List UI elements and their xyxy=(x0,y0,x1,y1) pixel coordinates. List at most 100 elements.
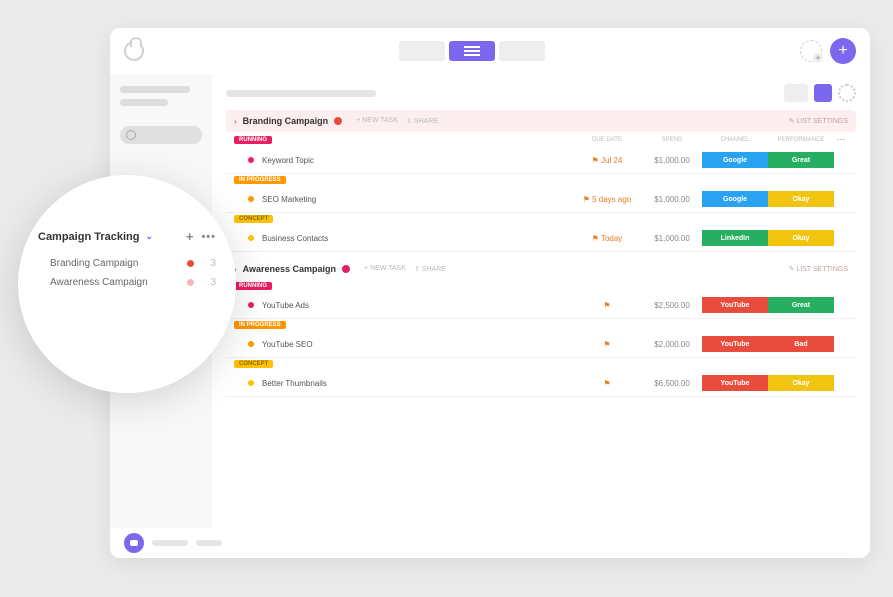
status-dot xyxy=(187,279,194,286)
section-header: RUNNINGDUE DATESPENDCHANNELPERFORMANCE⋯ xyxy=(226,132,856,147)
channel-badge[interactable]: YouTube xyxy=(702,297,768,313)
status-bullet xyxy=(248,157,254,163)
sidebar-placeholder xyxy=(120,86,190,93)
invite-avatar[interactable] xyxy=(800,40,822,62)
popout-more-button[interactable]: ••• xyxy=(201,231,216,243)
status-bullet xyxy=(248,380,254,386)
list-settings-button[interactable]: ✎ LIST SETTINGS xyxy=(789,265,848,273)
section-header: CONCEPT xyxy=(226,213,856,225)
channel-badge[interactable]: YouTube xyxy=(702,336,768,352)
performance-badge[interactable]: Okay xyxy=(768,191,834,207)
due-date-cell[interactable]: ⚑ Jul 24 xyxy=(572,156,642,165)
status-bullet xyxy=(248,302,254,308)
new-task-button[interactable]: + NEW TASK xyxy=(356,117,398,125)
list-settings-button[interactable]: ✎ LIST SETTINGS xyxy=(789,117,848,125)
chat-button[interactable] xyxy=(124,533,144,553)
status-bullet xyxy=(248,341,254,347)
due-date-cell[interactable]: ⚑ 5 days ago xyxy=(572,195,642,204)
main-content: › Branding Campaign + NEW TASK ⇪ SHARE ✎ LIS… xyxy=(212,74,870,528)
popout-item[interactable]: Awareness Campaign 3 xyxy=(38,273,216,292)
more-columns-button[interactable]: ⋯ xyxy=(834,134,848,145)
view-seg-3[interactable] xyxy=(499,41,545,61)
task-name: Better Thumbnails xyxy=(262,379,327,388)
due-date-cell[interactable]: ⚑ xyxy=(572,301,642,310)
spend-cell[interactable]: $1,000.00 xyxy=(642,156,702,165)
popout-item-count: 3 xyxy=(200,258,216,269)
spend-cell[interactable]: $2,000.00 xyxy=(642,340,702,349)
performance-badge[interactable]: Okay xyxy=(768,375,834,391)
toolbar-chip-active[interactable] xyxy=(814,84,832,102)
status-tag[interactable]: CONCEPT xyxy=(234,215,273,223)
toolbar-chip[interactable] xyxy=(784,84,808,102)
task-group: › Branding Campaign + NEW TASK ⇪ SHARE ✎ LIS… xyxy=(226,110,856,252)
popout-item[interactable]: Branding Campaign 3 xyxy=(38,254,216,273)
popout-item-count: 3 xyxy=(200,277,216,288)
section-header: IN PROGRESS xyxy=(226,319,856,331)
spend-cell[interactable]: $1,000.00 xyxy=(642,195,702,204)
due-date-cell[interactable]: ⚑ Today xyxy=(572,234,642,243)
popout-actions: + ••• xyxy=(186,229,216,244)
due-date-cell[interactable]: ⚑ xyxy=(572,379,642,388)
new-task-button[interactable]: + NEW TASK xyxy=(364,265,406,273)
task-row[interactable]: Better Thumbnails ⚑$6,500.00YouTubeOkay xyxy=(226,370,856,397)
sidebar-search[interactable] xyxy=(120,126,202,144)
channel-badge[interactable]: Google xyxy=(702,152,768,168)
group-title: Branding Campaign xyxy=(243,116,329,126)
popout-header[interactable]: Campaign Tracking ⌄ + ••• xyxy=(38,229,216,244)
status-tag[interactable]: IN PROGRESS xyxy=(234,176,286,184)
due-date-cell[interactable]: ⚑ xyxy=(572,340,642,349)
task-row[interactable]: Keyword Topic ⚑ Jul 24$1,000.00GoogleGrea… xyxy=(226,147,856,174)
group-header[interactable]: › Branding Campaign + NEW TASK ⇪ SHARE ✎ LIS… xyxy=(226,110,856,132)
popout-add-button[interactable]: + xyxy=(186,229,194,244)
channel-badge[interactable]: Google xyxy=(702,191,768,207)
status-bullet xyxy=(248,196,254,202)
spend-cell[interactable]: $6,500.00 xyxy=(642,379,702,388)
performance-badge[interactable]: Bad xyxy=(768,336,834,352)
channel-badge[interactable]: YouTube xyxy=(702,375,768,391)
group-header[interactable]: ›Awareness Campaign+ NEW TASK⇪ SHARE✎ LI… xyxy=(226,258,856,280)
share-button[interactable]: ⇪ SHARE xyxy=(414,265,446,273)
spend-cell[interactable]: $2,500.00 xyxy=(642,301,702,310)
title-placeholder xyxy=(226,90,376,97)
status-tag[interactable]: RUNNING xyxy=(234,282,272,290)
share-button[interactable]: ⇪ SHARE xyxy=(406,117,438,125)
status-dot xyxy=(342,265,350,273)
chevron-right-icon: › xyxy=(234,117,237,126)
top-bar: + xyxy=(110,28,870,74)
performance-badge[interactable]: Great xyxy=(768,152,834,168)
task-name: Business Contacts xyxy=(262,234,328,243)
performance-badge[interactable]: Okay xyxy=(768,230,834,246)
sidebar-popout: Campaign Tracking ⌄ + ••• Branding Campa… xyxy=(18,175,236,393)
task-row[interactable]: Business Contacts ⚑ Today$1,000.00LinkedI… xyxy=(226,225,856,252)
footer xyxy=(110,528,870,558)
status-tag[interactable]: CONCEPT xyxy=(234,360,273,368)
popout-title: Campaign Tracking xyxy=(38,231,139,243)
task-row[interactable]: YouTube Ads⚑$2,500.00YouTubeGreat xyxy=(226,292,856,319)
task-name: YouTube SEO xyxy=(262,340,313,349)
create-button[interactable]: + xyxy=(830,38,856,64)
view-switcher xyxy=(399,41,545,61)
task-name: Keyword Topic xyxy=(262,156,314,165)
view-seg-1[interactable] xyxy=(399,41,445,61)
popout-item-label: Awareness Campaign xyxy=(50,277,148,288)
task-group: ›Awareness Campaign+ NEW TASK⇪ SHARE✎ LI… xyxy=(226,258,856,397)
section-header: RUNNING xyxy=(226,280,856,292)
list-icon xyxy=(464,50,480,52)
logo-icon xyxy=(124,41,144,61)
performance-badge[interactable]: Great xyxy=(768,297,834,313)
sidebar-placeholder xyxy=(120,99,168,106)
task-row[interactable]: SEO Marketing ⚑ 5 days ago$1,000.00Google… xyxy=(226,186,856,213)
channel-badge[interactable]: LinkedIn xyxy=(702,230,768,246)
gear-icon[interactable] xyxy=(838,84,856,102)
popout-item-label: Branding Campaign xyxy=(50,258,138,269)
spend-cell[interactable]: $1,000.00 xyxy=(642,234,702,243)
task-row[interactable]: YouTube SEO ⚑$2,000.00YouTubeBad xyxy=(226,331,856,358)
status-tag[interactable]: IN PROGRESS xyxy=(234,321,286,329)
view-seg-list[interactable] xyxy=(449,41,495,61)
status-tag[interactable]: RUNNING xyxy=(234,136,272,144)
col-header-spend: SPEND xyxy=(642,137,702,143)
main-toolbar xyxy=(226,84,856,102)
col-header-date: DUE DATE xyxy=(572,137,642,143)
topbar-actions: + xyxy=(800,38,856,64)
task-name: SEO Marketing xyxy=(262,195,316,204)
